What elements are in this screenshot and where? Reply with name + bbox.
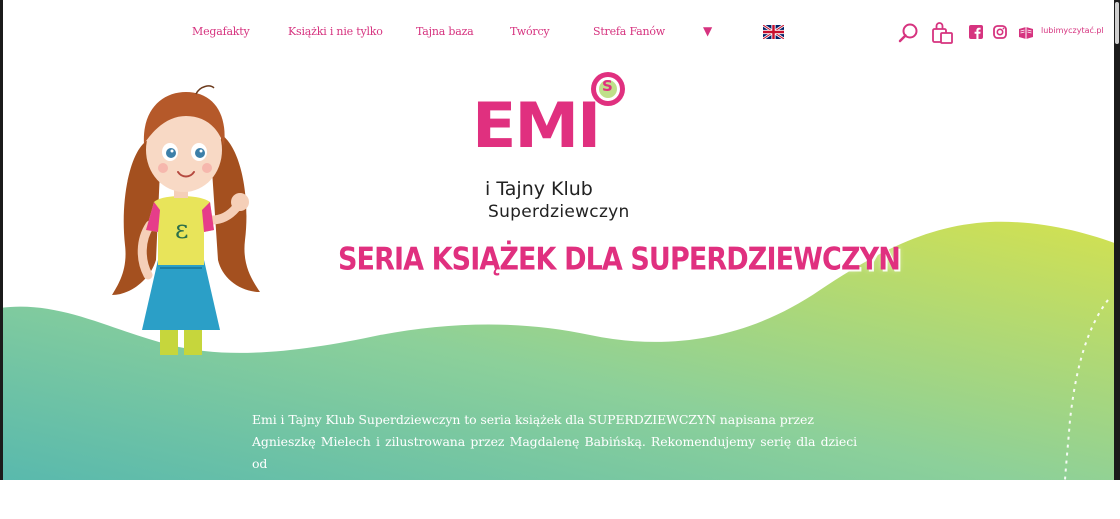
logo-badge-letter: S bbox=[602, 77, 613, 95]
top-navigation: Megafakty Książki i nie tylko Tajna baza… bbox=[3, 0, 1114, 62]
shopping-bag-icon[interactable] bbox=[930, 21, 954, 44]
instagram-icon[interactable] bbox=[993, 25, 1007, 39]
logo-subtitle-line1: i Tajny Klub bbox=[485, 178, 593, 200]
nav-item-strefa-fanow[interactable]: Strefa Fanów bbox=[593, 25, 665, 38]
hero-tagline: SERIA KSIĄŻEK DLA SUPERDZIEWCZYN bbox=[338, 241, 901, 278]
facebook-icon[interactable] bbox=[969, 25, 983, 39]
description-line: Emi i Tajny Klub Superdziewczyn to seria… bbox=[252, 412, 814, 427]
window-frame-right bbox=[1114, 0, 1120, 480]
svg-text:ɛ: ɛ bbox=[175, 215, 188, 245]
scrollbar-thumb[interactable] bbox=[1115, 2, 1119, 44]
lubimyczytac-link[interactable]: lubimyczytać.pl bbox=[1041, 26, 1104, 35]
description-line: Agnieszkę Mielech i zilustrowana przez M… bbox=[252, 434, 857, 471]
nav-item-tajna-baza[interactable]: Tajna baza bbox=[416, 25, 474, 38]
emi-character-illustration: ɛ bbox=[112, 85, 260, 355]
nav-more-dropdown-arrow[interactable]: ▼ bbox=[703, 24, 712, 38]
logo-title-emi: EMI bbox=[471, 89, 601, 162]
nav-item-tworcy[interactable]: Twórcy bbox=[510, 25, 550, 38]
nav-item-ksiazki[interactable]: Książki i nie tylko bbox=[288, 25, 383, 38]
logo-subtitle-line2: Superdziewczyn bbox=[488, 202, 630, 222]
window-frame-left bbox=[0, 0, 3, 480]
series-description: Emi i Tajny Klub Superdziewczyn to seria… bbox=[252, 409, 857, 519]
book-icon[interactable] bbox=[1018, 26, 1034, 39]
nav-item-megafakty[interactable]: Megafakty bbox=[192, 25, 250, 38]
search-icon[interactable] bbox=[897, 22, 919, 44]
uk-flag-icon[interactable] bbox=[763, 25, 784, 39]
description-line: 6 roku życia. Pomysłowa Emi ma paczkę zw… bbox=[252, 478, 857, 515]
